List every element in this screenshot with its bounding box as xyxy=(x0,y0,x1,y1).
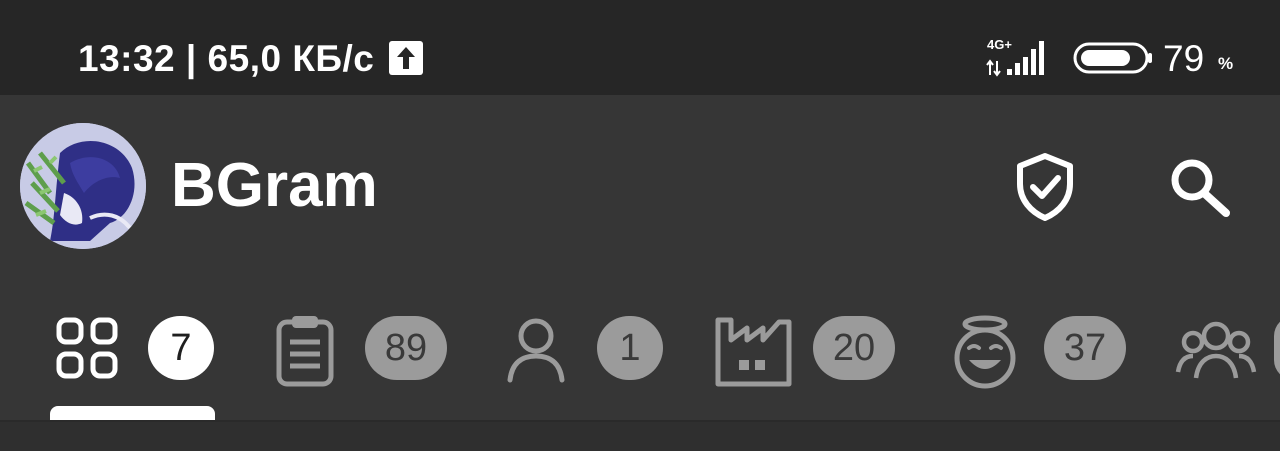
grid-icon xyxy=(56,317,118,379)
app-title: BGram xyxy=(171,151,378,220)
tab-groups[interactable] xyxy=(1175,300,1280,420)
user-icon xyxy=(507,318,565,383)
clipboard-icon xyxy=(276,316,334,387)
tab-channels[interactable]: 20 xyxy=(713,300,903,420)
signal-icon xyxy=(986,41,1044,77)
status-time-speed: 13:32 | 65,0 КБ/с xyxy=(78,38,375,79)
upload-arrow-icon xyxy=(389,41,423,75)
tab-personal[interactable]: 1 xyxy=(503,300,673,420)
divider xyxy=(0,420,1280,451)
tab-count-badge: 20 xyxy=(813,316,895,380)
battery-icon xyxy=(1073,42,1152,74)
tab-clipboard[interactable]: 89 xyxy=(272,300,452,420)
shield-check-icon[interactable] xyxy=(1010,150,1080,222)
tab-bots[interactable]: 37 xyxy=(947,300,1127,420)
folder-tabs: 7 89 1 20 37 xyxy=(0,300,1280,420)
tab-count-badge: 1 xyxy=(597,316,663,380)
tab-all[interactable]: 7 xyxy=(50,300,220,420)
factory-icon xyxy=(715,317,792,387)
avatar[interactable] xyxy=(20,123,146,249)
battery-unit: % xyxy=(1218,54,1234,73)
tab-count-badge xyxy=(1274,316,1280,380)
battery-level: 79 xyxy=(1163,38,1205,79)
halo-face-icon xyxy=(954,315,1016,389)
tab-count-badge: 89 xyxy=(365,316,447,380)
tab-count-badge: 7 xyxy=(148,316,214,380)
tab-count-badge: 37 xyxy=(1044,316,1126,380)
search-icon[interactable] xyxy=(1168,158,1232,218)
status-bar: 13:32 | 65,0 КБ/с 4G+ 79 % xyxy=(0,0,1280,95)
group-icon xyxy=(1175,321,1257,379)
